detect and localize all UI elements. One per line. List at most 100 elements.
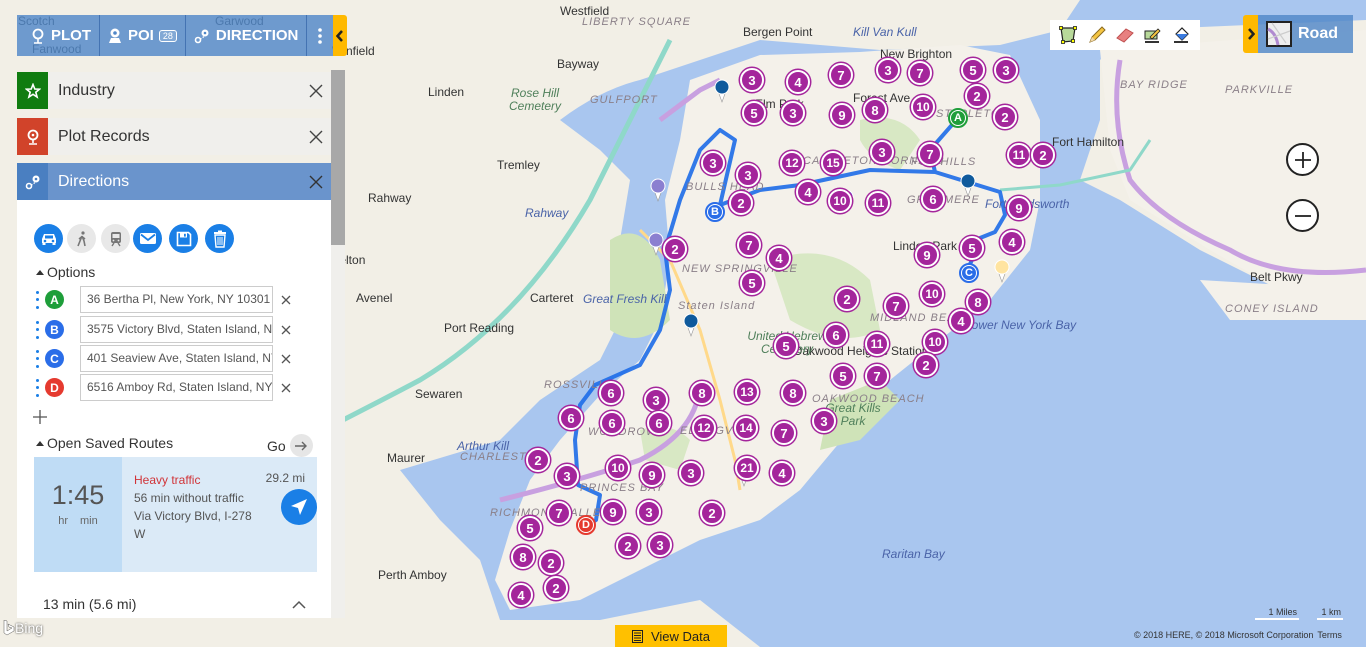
poi-cluster-marker[interactable]: 7: [772, 421, 796, 445]
poi-cluster-marker[interactable]: 8: [863, 98, 887, 122]
poi-cluster-marker[interactable]: 8: [966, 290, 990, 314]
poi-cluster-marker[interactable]: 6: [559, 406, 583, 430]
poi-cluster-marker[interactable]: 3: [876, 58, 900, 82]
poi-cluster-marker[interactable]: 10: [923, 330, 947, 354]
poi-cluster-marker[interactable]: 3: [994, 58, 1018, 82]
poi-cluster-marker[interactable]: 2: [835, 287, 859, 311]
poi-cluster-marker[interactable]: 2: [914, 353, 938, 377]
close-layer-button[interactable]: [301, 84, 331, 98]
map-waypoint-c[interactable]: C: [959, 263, 979, 283]
route-summary-card[interactable]: 1:45 hr min Heavy traffic 56 min without…: [34, 457, 317, 572]
poi-cluster-marker[interactable]: 10: [911, 95, 935, 119]
remove-waypoint-d-icon[interactable]: [279, 381, 293, 395]
map-pushpin-icon[interactable]: [648, 232, 664, 256]
map-pushpin-icon[interactable]: [994, 259, 1010, 283]
fill-color-icon[interactable]: [1170, 23, 1194, 47]
route-leg-summary[interactable]: 13 min (5.6 mi): [43, 596, 136, 612]
zoom-in-button[interactable]: [1286, 143, 1319, 176]
poi-cluster-marker[interactable]: 3: [701, 151, 725, 175]
drag-handle-icon[interactable]: [36, 378, 40, 397]
poi-cluster-marker[interactable]: 9: [830, 103, 854, 127]
poi-cluster-marker[interactable]: 3: [781, 101, 805, 125]
go-button[interactable]: Go: [267, 434, 313, 457]
poi-cluster-marker[interactable]: 3: [870, 140, 894, 164]
polygon-select-icon[interactable]: [1056, 23, 1080, 47]
poi-cluster-marker[interactable]: 2: [663, 237, 687, 261]
poi-cluster-marker[interactable]: 13: [735, 380, 759, 404]
poi-cluster-marker[interactable]: 2: [700, 501, 724, 525]
poi-cluster-marker[interactable]: 6: [599, 381, 623, 405]
start-navigation-button[interactable]: [281, 489, 317, 525]
map-pushpin-icon[interactable]: [650, 178, 666, 202]
remove-waypoint-a-icon[interactable]: [279, 293, 293, 307]
layer-industry[interactable]: Industry: [17, 72, 331, 109]
drag-handle-icon[interactable]: [36, 320, 40, 339]
poi-cluster-marker[interactable]: 3: [679, 461, 703, 485]
poi-cluster-marker[interactable]: 8: [781, 381, 805, 405]
email-route-button[interactable]: [133, 224, 162, 253]
poi-cluster-marker[interactable]: 3: [812, 409, 836, 433]
waypoint-a-input[interactable]: 36 Bertha Pl, New York, NY 10301: [80, 286, 273, 313]
waypoint-d-input[interactable]: 6516 Amboy Rd, Staten Island, NY: [80, 374, 273, 401]
poi-cluster-marker[interactable]: 5: [740, 271, 764, 295]
close-layer-button[interactable]: [301, 175, 331, 189]
map-waypoint-a[interactable]: A: [948, 108, 968, 128]
view-data-button[interactable]: View Data: [615, 625, 727, 647]
poi-cluster-marker[interactable]: 7: [918, 142, 942, 166]
map-pushpin-icon[interactable]: [683, 313, 699, 337]
terms-link[interactable]: Terms: [1317, 630, 1342, 640]
plot-button[interactable]: PLOT: [17, 15, 100, 56]
poi-cluster-marker[interactable]: 5: [774, 334, 798, 358]
poi-cluster-marker[interactable]: 10: [828, 189, 852, 213]
plus-icon[interactable]: [33, 410, 47, 424]
drag-handle-icon[interactable]: [36, 290, 40, 309]
poi-cluster-marker[interactable]: 11: [1007, 143, 1031, 167]
poi-cluster-marker[interactable]: 2: [965, 84, 989, 108]
poi-cluster-marker[interactable]: 4: [770, 461, 794, 485]
drag-handle-icon[interactable]: [36, 349, 40, 368]
poi-cluster-marker[interactable]: 4: [509, 583, 533, 607]
poi-cluster-marker[interactable]: 7: [908, 61, 932, 85]
poi-cluster-marker[interactable]: 3: [648, 533, 672, 557]
waypoint-b-input[interactable]: 3575 Victory Blvd, Staten Island, NY: [80, 316, 273, 343]
poi-cluster-marker[interactable]: 2: [729, 191, 753, 215]
poi-cluster-marker[interactable]: 5: [961, 58, 985, 82]
poi-cluster-marker[interactable]: 2: [539, 551, 563, 575]
poi-cluster-marker[interactable]: 3: [736, 163, 760, 187]
chevron-up-icon[interactable]: [292, 600, 306, 609]
poi-cluster-marker[interactable]: 5: [518, 516, 542, 540]
poi-cluster-marker[interactable]: 4: [786, 70, 810, 94]
poi-cluster-marker[interactable]: 21: [735, 456, 759, 480]
poi-cluster-marker[interactable]: 2: [1031, 143, 1055, 167]
options-toggle[interactable]: Options: [36, 264, 95, 280]
remove-waypoint-b-icon[interactable]: [279, 323, 293, 337]
poi-cluster-marker[interactable]: 3: [644, 388, 668, 412]
poi-cluster-marker[interactable]: 9: [1007, 196, 1031, 220]
line-color-icon[interactable]: [1141, 23, 1165, 47]
poi-cluster-marker[interactable]: 11: [865, 332, 889, 356]
map-pushpin-icon[interactable]: [714, 79, 730, 103]
poi-cluster-marker[interactable]: 2: [544, 576, 568, 600]
pencil-icon[interactable]: [1085, 23, 1109, 47]
transit-mode-button[interactable]: [101, 224, 130, 253]
poi-cluster-marker[interactable]: 5: [831, 364, 855, 388]
poi-cluster-marker[interactable]: 6: [647, 411, 671, 435]
waypoint-c-input[interactable]: 401 Seaview Ave, Staten Island, NY: [80, 345, 273, 372]
expand-styles-button[interactable]: [1243, 15, 1258, 53]
poi-cluster-marker[interactable]: 9: [915, 243, 939, 267]
poi-cluster-marker[interactable]: 12: [780, 151, 804, 175]
poi-cluster-marker[interactable]: 10: [920, 282, 944, 306]
poi-cluster-marker[interactable]: 11: [866, 191, 890, 215]
poi-cluster-marker[interactable]: 4: [949, 309, 973, 333]
saved-routes-toggle[interactable]: Open Saved Routes: [36, 435, 173, 451]
poi-cluster-marker[interactable]: 7: [737, 233, 761, 257]
poi-cluster-marker[interactable]: 5: [742, 101, 766, 125]
poi-cluster-marker[interactable]: 4: [1000, 230, 1024, 254]
poi-cluster-marker[interactable]: 10: [606, 456, 630, 480]
map-pushpin-icon[interactable]: [960, 173, 976, 197]
direction-button[interactable]: DIRECTION: [186, 15, 308, 56]
poi-cluster-marker[interactable]: 6: [824, 323, 848, 347]
layer-directions[interactable]: Directions: [17, 163, 331, 201]
poi-cluster-marker[interactable]: 14: [734, 416, 758, 440]
poi-cluster-marker[interactable]: 2: [993, 105, 1017, 129]
